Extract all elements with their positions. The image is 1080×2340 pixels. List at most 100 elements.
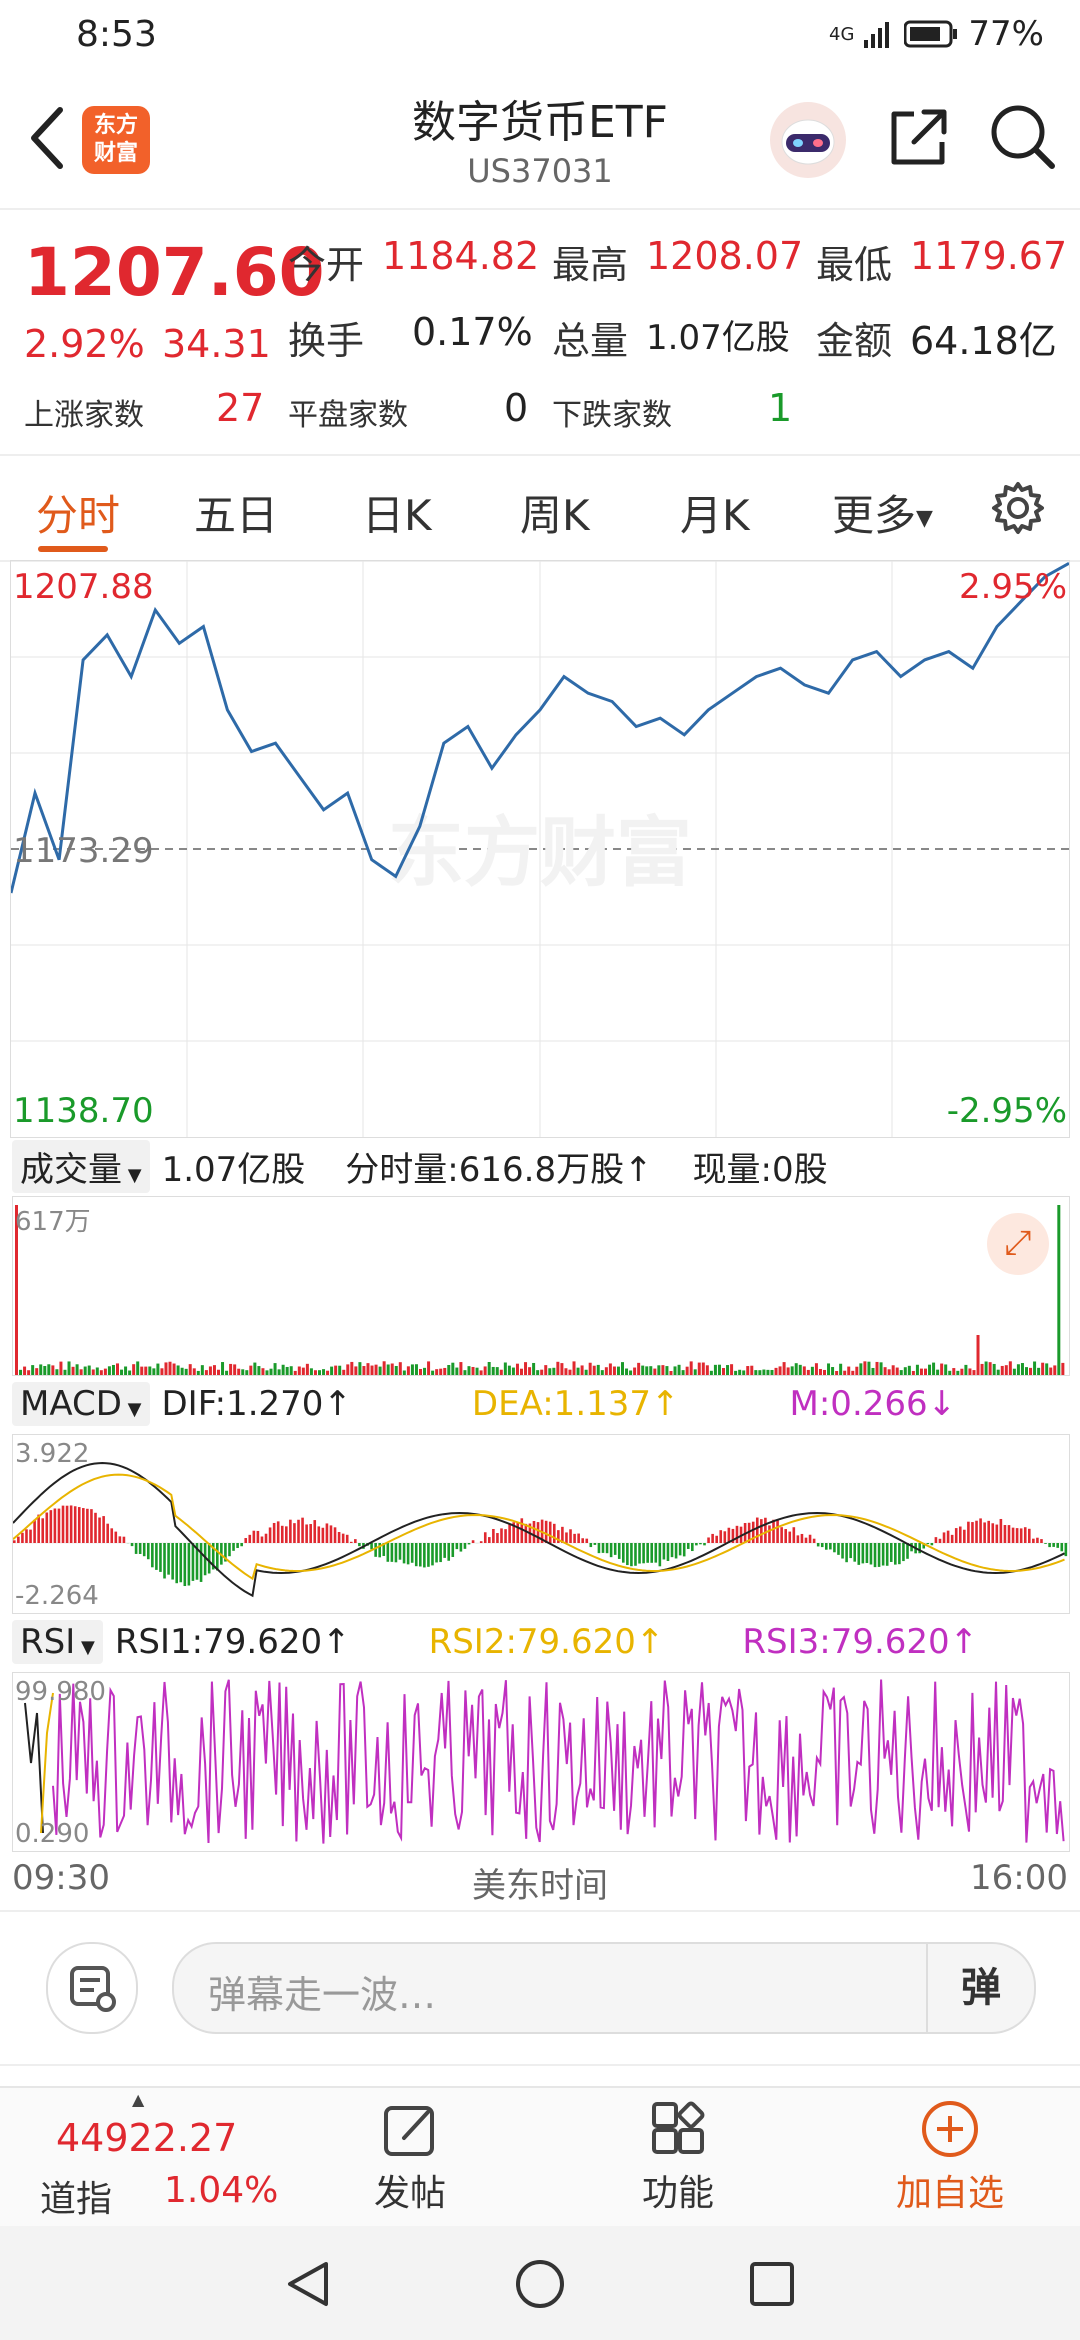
share-icon[interactable]: [884, 102, 954, 172]
volume-bar: [867, 1361, 871, 1375]
volume-bar: [427, 1361, 431, 1375]
tab-monthly-k[interactable]: 月K: [680, 482, 750, 543]
macd-bar: [898, 1543, 901, 1565]
tab-weekly-k[interactable]: 周K: [520, 482, 590, 543]
assistant-robot-icon[interactable]: [768, 100, 848, 180]
danmaku-send-button[interactable]: 弹: [926, 1944, 1034, 2032]
macd-bar: [938, 1538, 942, 1543]
tab-more[interactable]: 更多▼: [832, 482, 933, 543]
macd-bar: [605, 1543, 609, 1554]
macd-bar: [699, 1543, 702, 1545]
rsi-select-caret-icon: ▼: [75, 1637, 95, 1658]
macd-bar: [889, 1543, 893, 1562]
rsi2-value: RSI2:79.620↑: [428, 1622, 665, 1662]
bottom-toolbar: ▲ 44922.27 道指 1.04% 发帖 功能 加自选: [0, 2086, 1080, 2228]
post-button[interactable]: 发帖: [320, 2088, 500, 2228]
macd-bar: [419, 1543, 422, 1567]
macd-bar: [946, 1530, 950, 1543]
volume-indicator-select[interactable]: 成交量 ▼: [12, 1139, 150, 1193]
macd-bar: [41, 1518, 45, 1543]
total-volume: 1.07亿股: [161, 1149, 306, 1190]
add-watchlist-button[interactable]: 加自选: [860, 2088, 1040, 2228]
status-indicators: 4G 77%: [829, 14, 1044, 54]
chart-settings-gear-icon[interactable]: [990, 480, 1046, 536]
volume-chart[interactable]: 617万 ⤢: [12, 1196, 1070, 1376]
index-name: 道指: [40, 2179, 113, 2220]
macd-bar: [800, 1533, 804, 1543]
macd-bar: [252, 1530, 256, 1543]
pct-axis-top-label: 2.95%: [958, 567, 1067, 607]
macd-bar: [548, 1521, 552, 1543]
macd-bar: [1040, 1539, 1043, 1543]
index-change: 1.04%: [164, 2170, 279, 2211]
macd-bar: [21, 1532, 24, 1543]
macd-bar: [175, 1543, 178, 1584]
advancers-count: 27: [216, 386, 265, 430]
macd-bar: [622, 1543, 625, 1563]
volume-bar: [572, 1361, 576, 1375]
signal-icon: [864, 22, 890, 48]
macd-bar: [642, 1543, 645, 1564]
macd-bar: [443, 1543, 446, 1558]
macd-bar: [102, 1516, 105, 1543]
rsi-indicator-select[interactable]: RSI ▼: [12, 1620, 103, 1664]
danmaku-settings-button[interactable]: [46, 1942, 138, 2034]
index-value: 44922.27: [56, 2116, 238, 2160]
function-button[interactable]: 功能: [588, 2088, 768, 2228]
search-icon[interactable]: [988, 102, 1058, 172]
macd-bar: [151, 1543, 154, 1568]
tab-intraday[interactable]: 分时: [36, 482, 120, 543]
macd-bar: [784, 1529, 787, 1543]
macd-bar: [94, 1512, 97, 1543]
tab-five-day[interactable]: 五日: [194, 482, 278, 543]
macd-bar: [1015, 1528, 1019, 1543]
macd-bar: [264, 1533, 268, 1543]
macd-bar: [345, 1534, 349, 1543]
minute-volume: 分时量:616.8万股↑: [345, 1149, 653, 1190]
intraday-price-chart[interactable]: 东方财富 1207.88 1173.29 1138.70 2.95% -2.95…: [9, 560, 1070, 1138]
macd-bar: [1056, 1543, 1060, 1548]
system-recents-icon[interactable]: [744, 2256, 800, 2312]
turnover-label: 换手: [288, 319, 365, 363]
system-back-icon[interactable]: [280, 2256, 336, 2312]
macd-bar: [402, 1543, 406, 1564]
macd-bar: [191, 1543, 195, 1581]
macd-indicator-select[interactable]: MACD ▼: [12, 1382, 150, 1426]
tab-daily-k[interactable]: 日K: [362, 482, 432, 543]
danmaku-input[interactable]: 弹幕走一波… 弹: [172, 1942, 1036, 2034]
macd-bar: [768, 1525, 771, 1543]
expand-chart-icon[interactable]: ⤢: [987, 1213, 1049, 1275]
macd-bar: [585, 1538, 589, 1543]
macd-bar: [1019, 1528, 1023, 1543]
macd-bar: [719, 1530, 723, 1543]
macd-bar: [337, 1531, 341, 1543]
macd-bar: [508, 1523, 511, 1543]
macd-bar: [349, 1541, 353, 1543]
dow-index-ticker[interactable]: ▲ 44922.27 道指 1.04%: [0, 2088, 278, 2228]
app-header: 东方 财富 数字货币ETF US37031: [0, 72, 1080, 210]
volume-bar: [1057, 1205, 1061, 1375]
change-amount: 34.31: [162, 322, 271, 366]
macd-bar: [280, 1525, 284, 1543]
active-tab-indicator: [38, 546, 108, 552]
macd-bar: [228, 1543, 231, 1557]
macd-bar: [394, 1543, 398, 1563]
macd-bar: [894, 1543, 897, 1565]
x-axis-end-label: 16:00: [970, 1858, 1068, 1898]
macd-bar: [715, 1535, 718, 1543]
macd-bar: [950, 1534, 954, 1543]
macd-bar: [183, 1543, 187, 1587]
macd-bar: [73, 1506, 77, 1543]
macd-chart[interactable]: 3.922 -2.264: [12, 1434, 1070, 1614]
macd-bar: [65, 1505, 69, 1543]
rsi-chart[interactable]: 99.980 0.290: [12, 1672, 1070, 1852]
macd-bar: [114, 1531, 118, 1543]
volume-bar: [863, 1361, 867, 1375]
macd-bar: [841, 1543, 844, 1559]
macd-bar: [110, 1528, 114, 1543]
status-time: 8:53: [76, 14, 157, 55]
macd-bar: [414, 1543, 418, 1567]
system-home-icon[interactable]: [512, 2256, 568, 2312]
macd-bar: [601, 1543, 605, 1553]
macd-bar: [544, 1520, 548, 1543]
